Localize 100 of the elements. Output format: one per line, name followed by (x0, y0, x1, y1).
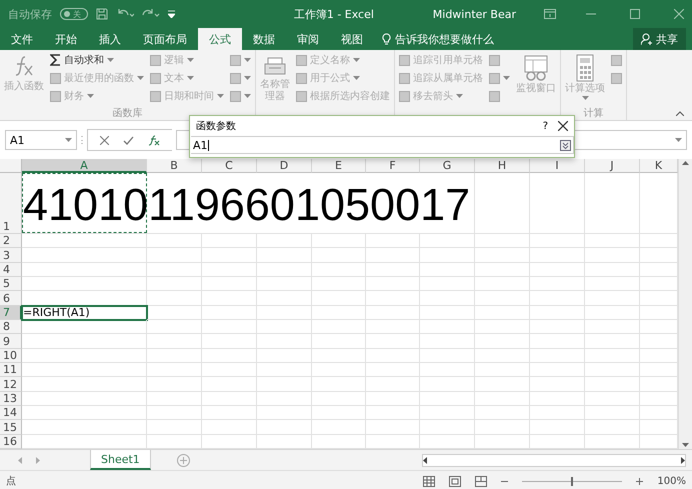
spreadsheet-cell[interactable] (22, 348, 147, 363)
spreadsheet-cell[interactable] (585, 291, 640, 306)
ribbon-button[interactable]: 自动求和 (50, 52, 144, 68)
spreadsheet-cell[interactable] (420, 392, 475, 406)
row-header[interactable]: 4 (0, 262, 22, 277)
spreadsheet-cell[interactable] (366, 362, 420, 378)
spreadsheet-cell[interactable] (257, 306, 312, 320)
spreadsheet-cell[interactable] (202, 320, 257, 334)
previous-sheet-icon[interactable] (18, 456, 22, 464)
spreadsheet-cell[interactable] (147, 377, 202, 392)
insert-function-icon[interactable] (148, 134, 160, 146)
ribbon-tab[interactable]: 数据 (242, 28, 286, 50)
spreadsheet-cell[interactable] (202, 348, 257, 363)
spreadsheet-cell[interactable] (147, 392, 202, 406)
spreadsheet-cell[interactable] (147, 276, 202, 292)
spreadsheet-cell[interactable] (22, 276, 147, 292)
spreadsheet-cell[interactable] (475, 420, 530, 435)
spreadsheet-cell[interactable] (22, 420, 147, 435)
sheet-tab[interactable]: Sheet1 (90, 450, 151, 470)
spreadsheet-cell[interactable] (147, 362, 202, 378)
spreadsheet-cell[interactable] (366, 392, 420, 406)
spreadsheet-cell[interactable] (257, 377, 312, 392)
spreadsheet-cell[interactable] (366, 334, 420, 349)
spreadsheet-cell[interactable] (202, 262, 257, 277)
spreadsheet-cell[interactable] (257, 320, 312, 334)
spreadsheet-cell[interactable] (22, 234, 147, 248)
spreadsheet-cell[interactable] (530, 276, 585, 292)
spreadsheet-cell[interactable] (530, 362, 585, 378)
row-header[interactable]: 5 (0, 276, 22, 292)
spreadsheet-cell[interactable] (475, 291, 530, 306)
spreadsheet-cell[interactable] (312, 362, 366, 378)
normal-view-icon[interactable] (423, 476, 436, 486)
spreadsheet-cell[interactable] (585, 306, 640, 320)
spreadsheet-cell[interactable] (530, 392, 585, 406)
spreadsheet-cell[interactable] (530, 306, 585, 320)
ribbon-tab[interactable]: 审阅 (286, 28, 330, 50)
collapse-icon[interactable] (676, 111, 684, 116)
spreadsheet-cell[interactable] (257, 334, 312, 349)
spreadsheet-cell[interactable] (257, 234, 312, 248)
ribbon-display-icon[interactable] (544, 9, 556, 19)
ribbon-tab[interactable]: 公式 (198, 28, 242, 50)
spreadsheet-cell[interactable] (475, 276, 530, 292)
spreadsheet-cell[interactable] (312, 291, 366, 306)
spreadsheet-cell[interactable] (312, 276, 366, 292)
spreadsheet-cell[interactable] (420, 262, 475, 277)
name-box[interactable]: A1 (5, 130, 77, 150)
spreadsheet-cell[interactable]: =RIGHT(A1) (22, 306, 147, 320)
spreadsheet-cell[interactable] (202, 406, 257, 420)
spreadsheet-cell[interactable] (202, 334, 257, 349)
column-header[interactable]: H (475, 159, 530, 173)
spreadsheet-cell[interactable] (420, 291, 475, 306)
spreadsheet-cell[interactable] (420, 306, 475, 320)
spreadsheet-cell[interactable] (312, 348, 366, 363)
spreadsheet-cell[interactable] (312, 234, 366, 248)
row-header[interactable]: 3 (0, 248, 22, 263)
spreadsheet-cell[interactable] (585, 320, 640, 334)
spreadsheet-cell[interactable] (585, 234, 640, 248)
spreadsheet-cell[interactable] (312, 262, 366, 277)
zoom-level[interactable]: 100% (657, 476, 686, 486)
spreadsheet-cell[interactable] (202, 377, 257, 392)
scroll-left-icon[interactable] (423, 456, 427, 464)
spreadsheet-cell[interactable] (420, 420, 475, 435)
spreadsheet-cell[interactable] (257, 406, 312, 420)
ribbon-tab[interactable]: 视图 (330, 28, 374, 50)
spreadsheet-cell[interactable] (420, 248, 475, 263)
spreadsheet-cell[interactable] (475, 248, 530, 263)
spreadsheet-cell[interactable] (366, 320, 420, 334)
cancel-icon[interactable] (100, 136, 109, 144)
spreadsheet-cell[interactable] (585, 362, 640, 378)
spreadsheet-cell[interactable] (312, 420, 366, 435)
spreadsheet-cell[interactable] (420, 320, 475, 334)
tell-me-search[interactable]: 告诉我你想要做什么 (395, 32, 494, 46)
close-icon[interactable] (558, 121, 568, 131)
column-header[interactable]: F (366, 159, 420, 173)
spreadsheet-cell[interactable] (22, 392, 147, 406)
row-header[interactable]: 9 (0, 334, 22, 349)
spreadsheet-cell[interactable] (312, 320, 366, 334)
zoom-in-icon[interactable] (636, 478, 644, 484)
spreadsheet-cell[interactable] (420, 276, 475, 292)
spreadsheet-cell[interactable] (147, 348, 202, 363)
spreadsheet-cell[interactable] (366, 248, 420, 263)
spreadsheet-cell[interactable] (475, 334, 530, 349)
row-header[interactable]: 11 (0, 362, 22, 378)
spreadsheet-cell[interactable] (147, 306, 202, 320)
share-button[interactable]: 共享 (633, 28, 686, 50)
row-header[interactable]: 14 (0, 406, 22, 420)
spreadsheet-cell[interactable] (585, 406, 640, 420)
column-header[interactable]: K (640, 159, 678, 173)
column-header[interactable]: A (22, 159, 147, 173)
help-button[interactable]: ? (542, 120, 548, 132)
spreadsheet-cell[interactable] (257, 392, 312, 406)
ribbon-tab[interactable]: 开始 (44, 28, 88, 50)
spreadsheet-cell[interactable] (147, 262, 202, 277)
spreadsheet-cell[interactable] (257, 348, 312, 363)
spreadsheet-cell[interactable] (257, 420, 312, 435)
spreadsheet-cell[interactable] (366, 291, 420, 306)
spreadsheet-cell[interactable] (530, 248, 585, 263)
column-header[interactable]: I (530, 159, 585, 173)
spreadsheet-cell[interactable] (312, 306, 366, 320)
spreadsheet-cell[interactable] (22, 334, 147, 349)
